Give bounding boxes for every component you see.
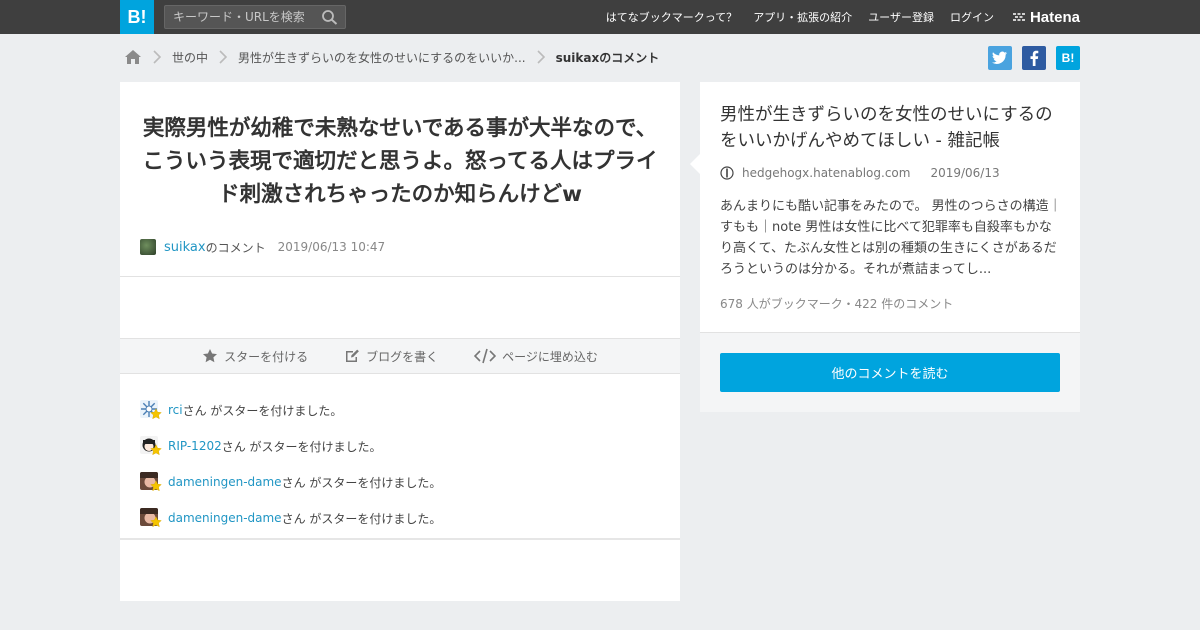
star-suffix: さん がスターを付けました。 (281, 475, 442, 490)
star-icon (150, 444, 162, 456)
add-star-label: スターを付ける (224, 349, 309, 364)
twitter-share-button[interactable] (988, 46, 1012, 70)
top-nav: はてなブックマークって？ アプリ・拡張の紹介 ユーザー登録 ログイン Haten… (606, 0, 1080, 34)
comment-date[interactable]: 2019/06/13 10:47 (278, 240, 386, 254)
hatena-bookmark-logo[interactable]: B! (120, 0, 154, 34)
chevron-right-icon (219, 50, 228, 64)
facebook-share-button[interactable] (1022, 46, 1046, 70)
avatar[interactable] (140, 508, 162, 528)
add-star-button[interactable]: スターを付ける (202, 348, 308, 365)
divider (120, 276, 680, 277)
hatena-brand-text: Hatena (1029, 8, 1080, 26)
list-item: rci さん がスターを付けました。 (140, 392, 660, 428)
nav-register[interactable]: ユーザー登録 (868, 9, 934, 25)
breadcrumb-entry[interactable]: 男性が生きずらいのを女性のせいにするのをいいか... (238, 49, 526, 66)
code-icon (474, 348, 497, 364)
list-item: RIP-1202 さん がスターを付けました。 (140, 428, 660, 464)
entry-date: 2019/06/13 (930, 166, 1000, 180)
search-icon[interactable] (321, 9, 339, 25)
avatar[interactable] (140, 239, 156, 255)
entry-bookmark-count[interactable]: 678 人がブックマーク・422 件のコメント (720, 295, 953, 312)
star-suffix: さん がスターを付けました。 (182, 403, 343, 418)
facebook-icon (1030, 50, 1039, 66)
star-icon (203, 349, 218, 363)
edit-icon (346, 349, 360, 362)
breadcrumb-current: suikaxのコメント (555, 50, 660, 65)
entry-summary: あんまりにも酷い記事をみたので。 男性のつらさの構造｜すもも｜note 男性は女… (720, 199, 1062, 277)
search-input[interactable] (165, 6, 315, 28)
write-blog-button[interactable]: ブログを書く (344, 348, 438, 365)
list-item: dameningen-dame さん がスターを付けました。 (140, 500, 660, 536)
star-icon (150, 408, 162, 420)
entry-domain[interactable]: hedgehogx.hatenablog.com (742, 166, 910, 180)
star-user-link[interactable]: dameningen-dame (168, 511, 282, 525)
top-bar: B! はてなブックマークって？ アプリ・拡張の紹介 ユーザー登録 ログイン Ha… (0, 0, 1200, 34)
star-suffix: さん がスターを付けました。 (281, 511, 442, 526)
entry-card: 男性が生きずらいのを女性のせいにするのをいいかげんやめてほしい - 雑記帳 he… (690, 82, 1080, 412)
chevron-right-icon (537, 50, 545, 64)
list-item: dameningen-dame さん がスターを付けました。 (140, 464, 660, 500)
star-suffix: さん がスターを付けました。 (221, 439, 382, 454)
avatar[interactable] (140, 400, 162, 420)
star-user-link[interactable]: RIP-1202 (168, 439, 222, 453)
comment-user-suffix: のコメント (205, 240, 266, 255)
embed-label: ページに埋め込む (502, 349, 598, 364)
star-list: rci さん がスターを付けました。 RIP-1202 さん がスターを付けまし… (140, 392, 660, 536)
entry-footer: 他のコメントを読む (700, 332, 1080, 412)
breadcrumb: 世の中 男性が生きずらいのを女性のせいにするのをいいか... suikaxのコメ… (124, 44, 659, 70)
comment-user-link[interactable]: suikax (164, 240, 206, 255)
hatena-brand-icon (1012, 13, 1025, 21)
comment-text: 実際男性が幼稚で未熟なせいである事が大半なので、こういう表現で適切だと思うよ。怒… (142, 116, 658, 207)
divider (120, 538, 680, 540)
home-icon[interactable] (124, 49, 142, 65)
embed-button[interactable]: ページに埋め込む (474, 348, 598, 365)
comment-author: suikax のコメント 2019/06/13 10:47 (140, 237, 385, 257)
comment-actions: スターを付ける ブログを書く ページに埋め込む (120, 338, 680, 374)
site-favicon-icon (720, 166, 734, 180)
nav-about[interactable]: はてなブックマークって？ (606, 9, 737, 25)
search-box (164, 5, 346, 29)
star-user-link[interactable]: rci (168, 403, 183, 417)
breadcrumb-category[interactable]: 世の中 (172, 49, 208, 66)
nav-login[interactable]: ログイン (950, 9, 994, 25)
avatar[interactable] (140, 436, 162, 456)
avatar[interactable] (140, 472, 162, 492)
share-buttons: B! (988, 46, 1080, 70)
comment-card: 実際男性が幼稚で未熟なせいである事が大半なので、こういう表現で適切だと思うよ。怒… (120, 82, 680, 601)
star-user-link[interactable]: dameningen-dame (168, 475, 282, 489)
twitter-icon (992, 51, 1007, 64)
nav-apps[interactable]: アプリ・拡張の紹介 (753, 9, 852, 25)
read-other-comments-button[interactable]: 他のコメントを読む (720, 353, 1060, 392)
entry-title-link[interactable]: 男性が生きずらいのを女性のせいにするのをいいかげんやめてほしい - 雑記帳 (720, 102, 1065, 154)
star-icon (150, 480, 162, 492)
chevron-right-icon (153, 50, 162, 64)
entry-meta: hedgehogx.hatenablog.com 2019/06/13 (720, 166, 1000, 180)
hatena-brand-link[interactable]: Hatena (1012, 9, 1080, 26)
write-blog-label: ブログを書く (366, 349, 439, 364)
star-icon (150, 516, 162, 528)
hatena-bookmark-share-button[interactable]: B! (1056, 46, 1080, 70)
